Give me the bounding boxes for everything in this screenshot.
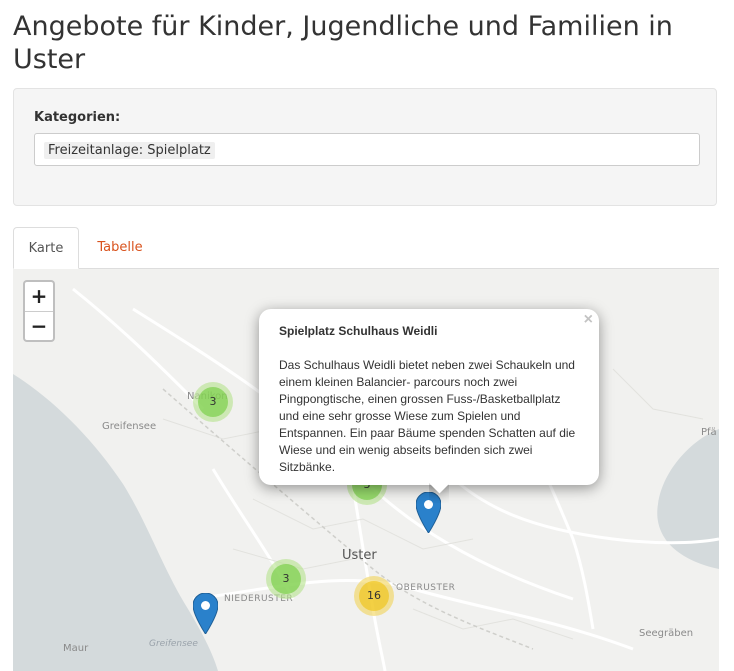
cluster-oberuster[interactable]: 16 — [354, 576, 394, 616]
cluster-count: 3 — [198, 387, 228, 417]
map-label-uster: Uster — [342, 548, 377, 563]
cluster-count: 16 — [359, 581, 389, 611]
zoom-control: + − — [23, 280, 55, 342]
map-marker[interactable] — [193, 593, 218, 634]
categories-label: Kategorien: — [34, 110, 121, 125]
zoom-out-button[interactable]: − — [25, 312, 53, 341]
cluster-count: 3 — [271, 564, 301, 594]
map-label-seegraeben: Seegräben — [639, 628, 694, 639]
map-label-maur: Maur — [63, 643, 89, 654]
categories-select[interactable]: Freizeitanlage: Spielplatz — [34, 133, 700, 166]
cluster-nanikon[interactable]: 3 — [193, 382, 233, 422]
page-title: Angebote für Kinder, Jugendliche und Fam… — [13, 11, 673, 75]
view-tabs: Karte Tabelle — [13, 227, 719, 269]
map-label-pfaeffikon: Pfä — [701, 427, 717, 438]
zoom-in-button[interactable]: + — [25, 282, 53, 312]
cluster-niederuster[interactable]: 3 — [266, 559, 306, 599]
popup-close-button[interactable]: × — [584, 311, 593, 328]
tab-karte[interactable]: Karte — [13, 227, 79, 269]
map[interactable]: Greifensee Nanikon Uster NIEDERUSTER OBE… — [13, 268, 719, 671]
selected-category-tag[interactable]: Freizeitanlage: Spielplatz — [44, 142, 215, 159]
map-popup: × Spielplatz Schulhaus Weidli Das Schulh… — [259, 309, 599, 485]
map-label-greifensee: Greifensee — [102, 421, 157, 432]
map-label-lake: Greifensee — [149, 639, 198, 649]
map-label-oberuster: OBERUSTER — [396, 583, 456, 593]
popup-title: Spielplatz Schulhaus Weidli — [279, 324, 438, 338]
filter-panel: Kategorien: Freizeitanlage: Spielplatz — [13, 88, 717, 206]
tab-tabelle[interactable]: Tabelle — [85, 227, 155, 269]
popup-description: Das Schulhaus Weidli bietet neben zwei S… — [279, 358, 576, 474]
popup-tip — [429, 483, 449, 503]
